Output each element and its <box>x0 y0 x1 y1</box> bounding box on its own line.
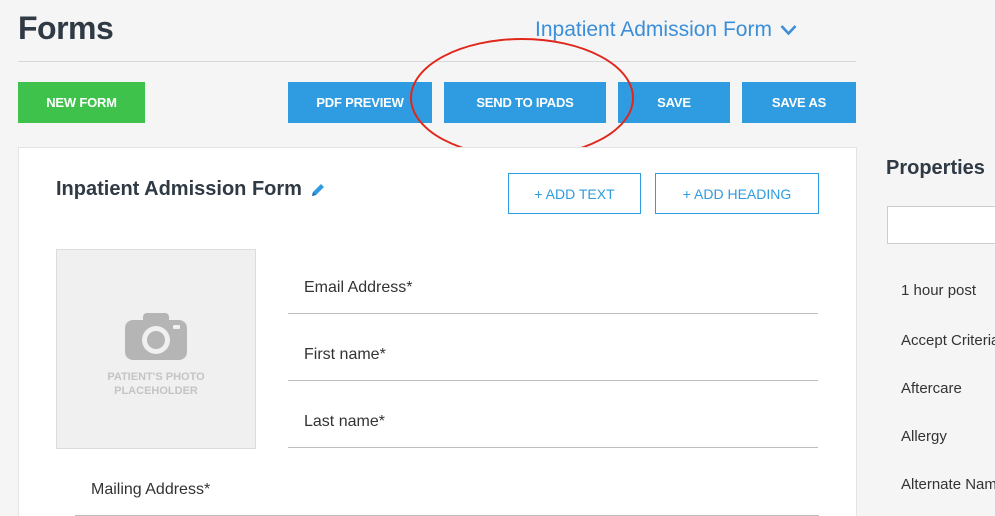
form-selector-label: Inpatient Admission Form <box>535 18 772 41</box>
app-window: Forms Inpatient Admission Form NEW FORM … <box>0 0 995 516</box>
last-name-field[interactable]: Last name* <box>288 413 818 448</box>
property-item[interactable]: Alternate Name <box>901 476 995 493</box>
form-selector-dropdown[interactable]: Inpatient Admission Form <box>535 18 797 42</box>
field-label: Mailing Address* <box>91 481 211 498</box>
field-label: Last name* <box>304 413 385 430</box>
new-form-button[interactable]: NEW FORM <box>18 82 145 123</box>
page-title: Forms <box>18 10 114 46</box>
properties-title: Properties <box>886 157 985 179</box>
field-label: Email Address* <box>304 279 413 296</box>
save-as-button[interactable]: SAVE AS <box>742 82 856 123</box>
form-name-heading: Inpatient Admission Form <box>56 178 326 201</box>
property-item[interactable]: Accept Criteria <box>901 332 995 349</box>
send-to-ipads-button[interactable]: SEND TO IPADS <box>444 82 606 123</box>
add-heading-button[interactable]: + ADD HEADING <box>655 173 819 214</box>
property-item[interactable]: 1 hour post <box>901 282 976 299</box>
header-divider <box>18 61 856 62</box>
property-item[interactable]: Allergy <box>901 428 947 445</box>
properties-search-input[interactable] <box>887 206 995 244</box>
mailing-address-field[interactable]: Mailing Address* <box>75 481 819 516</box>
email-address-field[interactable]: Email Address* <box>288 279 818 314</box>
property-item[interactable]: Aftercare <box>901 380 962 397</box>
form-name-label: Inpatient Admission Form <box>56 178 302 200</box>
pdf-preview-button[interactable]: PDF PREVIEW <box>288 82 432 123</box>
add-text-button[interactable]: + ADD TEXT <box>508 173 641 214</box>
pencil-icon[interactable] <box>310 182 326 198</box>
field-label: First name* <box>304 346 386 363</box>
patient-photo-placeholder[interactable]: PATIENT'S PHOTO PLACEHOLDER <box>56 249 256 449</box>
camera-icon <box>125 313 187 360</box>
chevron-down-icon <box>780 25 797 36</box>
save-button[interactable]: SAVE <box>618 82 730 123</box>
photo-placeholder-label: PATIENT'S PHOTO PLACEHOLDER <box>107 371 205 397</box>
first-name-field[interactable]: First name* <box>288 346 818 381</box>
